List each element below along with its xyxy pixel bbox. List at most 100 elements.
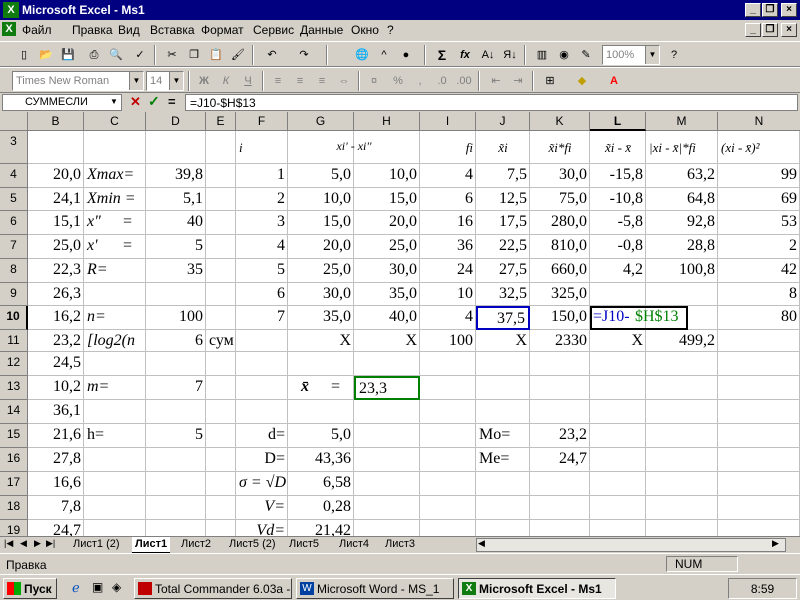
cell-bg[interactable] <box>718 400 800 424</box>
cell-k6[interactable]: 280,0 <box>530 211 590 235</box>
cell-bg[interactable] <box>84 472 146 496</box>
cell-b19[interactable]: 24,7 <box>28 520 84 536</box>
cell-j15[interactable]: Mo= <box>476 424 530 448</box>
cell-b10[interactable]: 16,2 <box>28 306 84 330</box>
next-sheet-icon[interactable]: ▶ <box>34 538 41 549</box>
cell-bg[interactable] <box>476 472 530 496</box>
close-button[interactable]: × <box>781 3 797 17</box>
cell-bg[interactable] <box>590 400 646 424</box>
percent-button[interactable]: % <box>388 72 408 90</box>
cell-bg[interactable] <box>590 352 646 376</box>
cell-f10[interactable]: 7 <box>236 306 288 330</box>
taskbar-total-commander[interactable]: Total Commander 6.03a - ... <box>134 578 292 599</box>
sheet-tab[interactable]: Лист3 <box>382 537 418 553</box>
excel-icon[interactable]: X <box>3 2 19 18</box>
cell-bg[interactable] <box>206 472 236 496</box>
cell-bg[interactable] <box>420 400 476 424</box>
cell-c7b[interactable]: = <box>120 235 146 259</box>
cell-l11[interactable]: X <box>590 330 646 352</box>
cell-bg[interactable] <box>420 352 476 376</box>
cell-bg[interactable] <box>476 520 530 536</box>
cell-e11[interactable]: сум <box>206 330 258 352</box>
font-size-select[interactable]: 14 ▼ <box>146 71 184 91</box>
cell-n10[interactable]: 80 <box>718 306 800 330</box>
cell-bg[interactable] <box>84 448 146 472</box>
cell-j6[interactable]: 17,5 <box>476 211 530 235</box>
cell-g18[interactable]: 0,28 <box>288 496 354 520</box>
cell-b11[interactable]: 23,2 <box>28 330 84 352</box>
cell-bg[interactable] <box>718 352 800 376</box>
cell-l3[interactable]: x̃i - x̄ <box>590 131 646 164</box>
row-header[interactable]: 17 <box>0 472 28 496</box>
cell-h4[interactable]: 10,0 <box>354 164 420 188</box>
cell-k10[interactable]: 150,0 <box>530 306 590 330</box>
cell-bg[interactable] <box>476 352 530 376</box>
sheet-tab[interactable]: Лист5 (2) <box>226 537 279 553</box>
cell-b9[interactable]: 26,3 <box>28 283 84 306</box>
cell-bg[interactable] <box>146 131 206 164</box>
cell-bg[interactable] <box>718 330 800 352</box>
cell-m4[interactable]: 63,2 <box>646 164 718 188</box>
cell-bg[interactable] <box>84 520 146 536</box>
cell-bg[interactable] <box>718 520 800 536</box>
scroll-right-icon[interactable]: ▶ <box>772 538 779 549</box>
cell-bg[interactable] <box>206 306 236 330</box>
enter-icon[interactable]: ✓ <box>148 93 160 110</box>
cell-bg[interactable] <box>146 448 206 472</box>
column-header[interactable]: E <box>206 112 236 131</box>
fill-color-icon[interactable]: ◆ <box>572 72 592 90</box>
row-header[interactable]: 16 <box>0 448 28 472</box>
font-color-icon[interactable]: A <box>604 72 624 90</box>
row-header[interactable]: 14 <box>0 400 28 424</box>
cell-j16[interactable]: Me= <box>476 448 530 472</box>
cell-i6[interactable]: 16 <box>420 211 476 235</box>
menu-tools[interactable]: Сервис <box>253 23 294 37</box>
cell-bg[interactable] <box>206 283 236 306</box>
horizontal-scrollbar[interactable] <box>476 538 786 552</box>
row-header[interactable]: 12 <box>0 352 28 376</box>
format-painter-icon[interactable]: 🖌 <box>228 46 248 64</box>
last-sheet-icon[interactable]: ▶| <box>46 538 55 549</box>
prev-sheet-icon[interactable]: ◀ <box>20 538 27 549</box>
first-sheet-icon[interactable]: |◀ <box>4 538 13 549</box>
cell-h7[interactable]: 25,0 <box>354 235 420 259</box>
cell-bg[interactable] <box>354 352 420 376</box>
cell-bg[interactable] <box>646 520 718 536</box>
cell-b14[interactable]: 36,1 <box>28 400 84 424</box>
menu-file[interactable]: Файл <box>22 23 52 37</box>
cell-n8[interactable]: 42 <box>718 259 800 283</box>
doc-minimize-button[interactable]: _ <box>745 23 761 37</box>
print-preview-icon[interactable]: 🔍 <box>106 46 126 64</box>
cell-c6b[interactable]: = <box>120 211 146 235</box>
new-icon[interactable]: ▯ <box>14 46 34 64</box>
cell-m7[interactable]: 28,8 <box>646 235 718 259</box>
cell-b13[interactable]: 10,2 <box>28 376 84 400</box>
cell-bg[interactable] <box>590 283 646 306</box>
cell-j9[interactable]: 32,5 <box>476 283 530 306</box>
cell-bg[interactable] <box>646 472 718 496</box>
open-icon[interactable]: 📂 <box>36 46 56 64</box>
cell-bg[interactable] <box>84 131 146 164</box>
cell-f5[interactable]: 2 <box>236 188 288 211</box>
cell-k15[interactable]: 23,2 <box>530 424 590 448</box>
cell-bg[interactable] <box>146 400 206 424</box>
cell-bg[interactable] <box>530 352 590 376</box>
cell-bg[interactable] <box>84 496 146 520</box>
globe-icon[interactable]: ● <box>396 46 416 64</box>
select-all-corner[interactable] <box>0 112 28 131</box>
cell-n7[interactable]: 2 <box>718 235 800 259</box>
cell-i10[interactable]: 4 <box>420 306 476 330</box>
cell-g13b[interactable]: = <box>328 376 354 400</box>
cell-g17[interactable]: 6,58 <box>288 472 354 496</box>
cell-bg[interactable] <box>646 400 718 424</box>
cell-bg[interactable] <box>646 283 718 306</box>
row-header[interactable]: 8 <box>0 259 28 283</box>
cell-bg[interactable] <box>206 376 236 400</box>
cell-bg[interactable] <box>354 496 420 520</box>
doc-close-button[interactable]: × <box>781 23 797 37</box>
cell-b8[interactable]: 22,3 <box>28 259 84 283</box>
cell-bg[interactable] <box>530 376 590 400</box>
cell-g13[interactable]: x̄ <box>298 376 322 400</box>
cell-bg[interactable] <box>84 400 146 424</box>
menu-help[interactable]: ? <box>387 23 394 37</box>
